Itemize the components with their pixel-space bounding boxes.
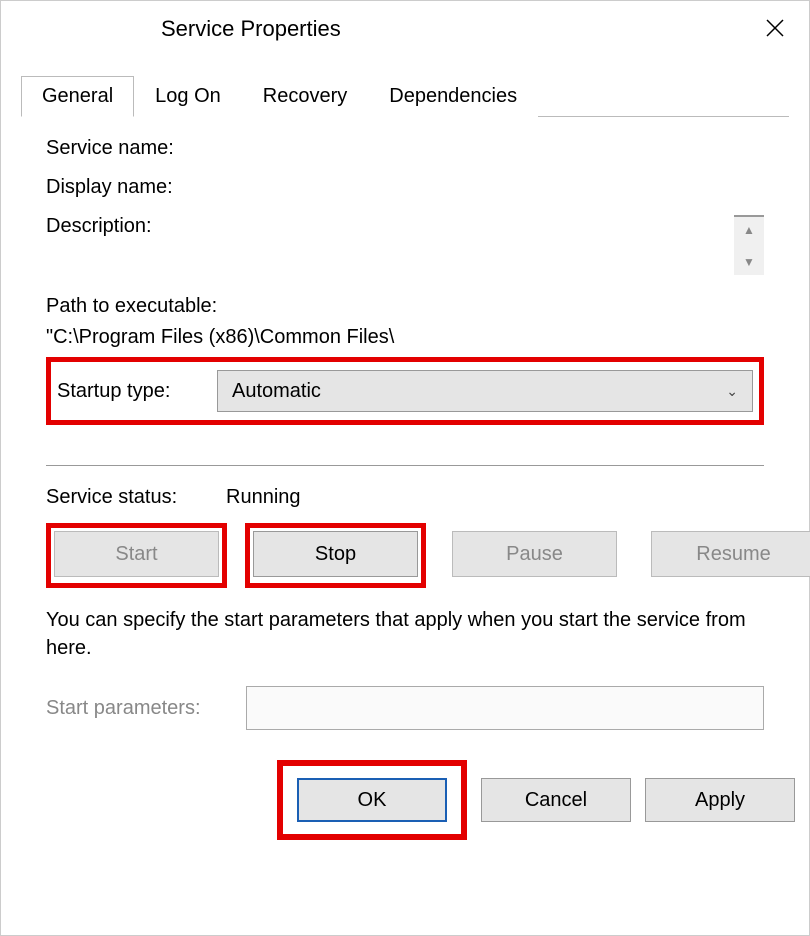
tab-dependencies[interactable]: Dependencies xyxy=(368,76,538,117)
close-button[interactable] xyxy=(753,12,797,46)
service-properties-dialog: Service Properties General Log On Recove… xyxy=(0,0,810,936)
help-text: You can specify the start parameters tha… xyxy=(46,606,764,662)
start-parameters-input[interactable] xyxy=(246,686,764,730)
path-value: "C:\Program Files (x86)\Common Files\ xyxy=(46,326,764,349)
tab-logon[interactable]: Log On xyxy=(134,76,242,117)
resume-button[interactable]: Resume xyxy=(651,531,810,577)
dialog-button-bar: OK Cancel Apply xyxy=(1,760,809,854)
service-status-value: Running xyxy=(226,486,301,509)
startup-type-highlight: Startup type: Automatic ⌄ xyxy=(46,357,764,425)
tab-general[interactable]: General xyxy=(21,76,134,117)
cancel-button[interactable]: Cancel xyxy=(481,778,631,822)
service-name-row: Service name: xyxy=(46,137,764,160)
tab-recovery[interactable]: Recovery xyxy=(242,76,368,117)
service-name-label: Service name: xyxy=(46,137,226,160)
start-parameters-label: Start parameters: xyxy=(46,697,246,720)
title-bar: Service Properties xyxy=(1,1,809,57)
pause-button[interactable]: Pause xyxy=(452,531,617,577)
service-status-row: Service status: Running xyxy=(46,486,764,509)
ok-button-highlight: OK xyxy=(277,760,467,840)
scroll-up-icon: ▲ xyxy=(743,223,755,237)
section-divider xyxy=(46,465,764,466)
start-button-highlight: Start xyxy=(46,523,227,588)
stop-button[interactable]: Stop xyxy=(253,531,418,577)
service-control-buttons: Start Stop Pause Resume xyxy=(46,523,764,588)
startup-type-label: Startup type: xyxy=(57,380,217,403)
ok-button[interactable]: OK xyxy=(297,778,447,822)
tab-strip: General Log On Recovery Dependencies xyxy=(21,75,789,117)
startup-type-value: Automatic xyxy=(232,380,321,403)
startup-type-dropdown[interactable]: Automatic ⌄ xyxy=(217,370,753,412)
description-label: Description: xyxy=(46,215,226,238)
service-status-label: Service status: xyxy=(46,486,226,509)
display-name-label: Display name: xyxy=(46,176,226,199)
display-name-row: Display name: xyxy=(46,176,764,199)
apply-button[interactable]: Apply xyxy=(645,778,795,822)
resume-button-wrap: Resume xyxy=(643,523,810,588)
tab-area: General Log On Recovery Dependencies Ser… xyxy=(1,75,809,730)
tab-content-general: Service name: Display name: Description:… xyxy=(21,117,789,730)
start-parameters-row: Start parameters: xyxy=(46,686,764,730)
chevron-down-icon: ⌄ xyxy=(726,383,738,400)
start-button[interactable]: Start xyxy=(54,531,219,577)
scroll-down-icon: ▼ xyxy=(743,255,755,269)
pause-button-wrap: Pause xyxy=(444,523,625,588)
path-label: Path to executable: xyxy=(46,295,764,318)
description-scrollbar[interactable]: ▲ ▼ xyxy=(734,215,764,275)
path-section: Path to executable: "C:\Program Files (x… xyxy=(46,295,764,349)
stop-button-highlight: Stop xyxy=(245,523,426,588)
description-row: Description: ▲ ▼ xyxy=(46,215,764,275)
dialog-title: Service Properties xyxy=(161,16,341,42)
